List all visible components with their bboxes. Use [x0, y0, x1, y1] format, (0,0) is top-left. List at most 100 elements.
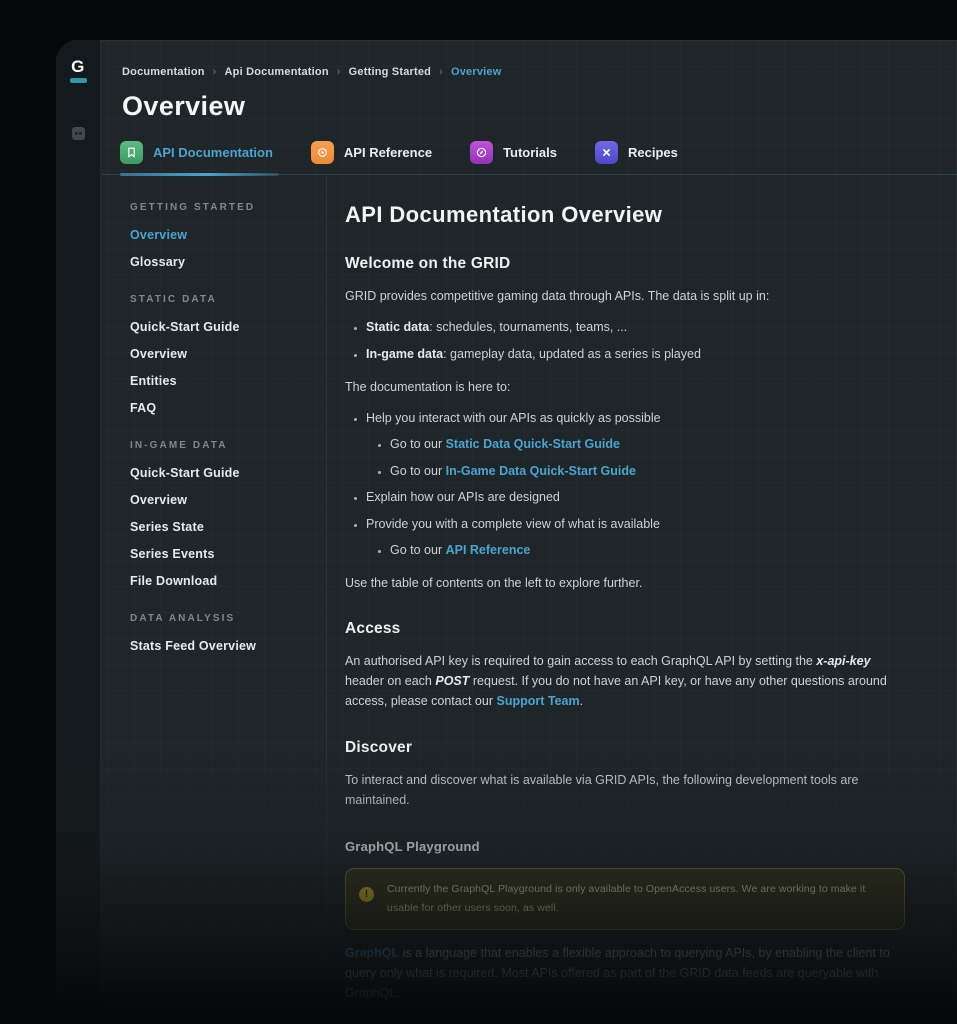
- tab-api-documentation[interactable]: API Documentation: [120, 141, 273, 174]
- grid-logo-bar: [70, 78, 87, 83]
- paragraph: To interact and discover what is availab…: [345, 770, 905, 811]
- content-heading-graphql-playground: GraphQL Playground: [345, 839, 905, 854]
- text-segment: Static data: [366, 320, 429, 334]
- breadcrumb-item-documentation[interactable]: Documentation: [122, 66, 205, 78]
- bullet-item: Go to our Static Data Quick-Start Guide: [390, 435, 905, 454]
- grid-logo: G: [70, 58, 87, 83]
- tab-bar: API Documentation API Reference Tutorials R…: [102, 141, 957, 175]
- breadcrumb: Documentation › Api Documentation › Getting …: [122, 66, 957, 78]
- text-segment: Provide you with a complete view of what…: [366, 517, 660, 531]
- nav-section-title: DATA ANALYSIS: [130, 613, 316, 624]
- breadcrumb-item-getting-started[interactable]: Getting Started: [349, 66, 431, 78]
- sidebar-item-faq[interactable]: FAQ: [130, 401, 316, 415]
- nav-section-title: STATIC DATA: [130, 294, 316, 305]
- grid-logo-letter: G: [71, 58, 85, 75]
- paragraph: Use the table of contents on the left to…: [345, 573, 905, 593]
- bullet-list: Go to our Static Data Quick-Start GuideG…: [366, 435, 905, 481]
- text-segment: : gameplay data, updated as a series is …: [443, 347, 701, 361]
- sidebar-nav: GETTING STARTED Overview Glossary STATIC DA…: [102, 175, 327, 1008]
- text-segment: Go to our: [390, 437, 446, 451]
- paragraph: An authorised API key is required to gai…: [345, 651, 905, 712]
- text-segment: Help you interact with our APIs as quick…: [366, 411, 661, 425]
- tab-recipes[interactable]: Recipes: [595, 141, 678, 174]
- nav-section-title: GETTING STARTED: [130, 202, 316, 213]
- breadcrumb-separator: ›: [439, 66, 443, 78]
- sidebar-item-quick-start-guide[interactable]: Quick-Start Guide: [130, 466, 316, 480]
- content-heading-discover: Discover: [345, 739, 905, 757]
- text-segment: is a language that enables a flexible ap…: [345, 946, 890, 1001]
- tab-tutorials[interactable]: Tutorials: [470, 141, 557, 174]
- tab-label: API Documentation: [153, 145, 273, 160]
- apps-icon[interactable]: [70, 125, 86, 141]
- inline-link-support-team[interactable]: Support Team: [496, 694, 579, 708]
- tab-label: Recipes: [628, 145, 678, 160]
- main-column: Documentation › Api Documentation › Getting …: [102, 40, 957, 1008]
- bullet-list: Help you interact with our APIs as quick…: [345, 409, 905, 560]
- paragraph: GRID provides competitive gaming data th…: [345, 286, 905, 306]
- nav-section-data-analysis: DATA ANALYSIS Stats Feed Overview: [130, 613, 316, 653]
- breadcrumb-separator: ›: [337, 66, 341, 78]
- sidebar-item-series-state[interactable]: Series State: [130, 520, 316, 534]
- text-segment: To interact and discover what is availab…: [345, 773, 858, 807]
- tools-icon: [595, 141, 618, 164]
- sidebar-item-quick-start-guide[interactable]: Quick-Start Guide: [130, 320, 316, 334]
- article: API Documentation Overview Welcome on the…: [327, 175, 905, 1008]
- text-segment: POST: [435, 674, 469, 688]
- text-segment: Go to our: [390, 464, 446, 478]
- inline-link-graphql[interactable]: GraphQL: [345, 946, 399, 960]
- app-window: G Documentation › Api Documentation › Gettin…: [56, 40, 957, 1008]
- body-row: GETTING STARTED Overview Glossary STATIC DA…: [102, 175, 957, 1008]
- sidebar-item-glossary[interactable]: Glossary: [130, 255, 316, 269]
- text-segment: : schedules, tournaments, teams, ...: [429, 320, 627, 334]
- text-segment: x-api-key: [816, 654, 870, 668]
- page-title: Overview: [122, 91, 957, 122]
- nav-section-in-game-data: IN-GAME DATA Quick-Start Guide Overview Ser…: [130, 440, 316, 588]
- text-segment: .: [580, 694, 583, 708]
- sidebar-item-overview[interactable]: Overview: [130, 493, 316, 507]
- breadcrumb-item-overview: Overview: [451, 66, 502, 78]
- bullet-item: Explain how our APIs are designed: [366, 488, 905, 507]
- inline-link-in-game-data-quick-start-guide[interactable]: In-Game Data Quick-Start Guide: [446, 464, 636, 478]
- sidebar-item-overview[interactable]: Overview: [130, 228, 316, 242]
- text-segment: header on each: [345, 674, 435, 688]
- paragraph: GraphQL is a language that enables a fle…: [345, 943, 905, 1004]
- content-heading-access: Access: [345, 620, 905, 638]
- sidebar-item-stats-feed-overview[interactable]: Stats Feed Overview: [130, 639, 316, 653]
- left-rail: G: [56, 40, 101, 1008]
- inline-link-api-reference[interactable]: API Reference: [446, 543, 531, 557]
- text-segment: Go to our: [390, 543, 446, 557]
- nav-section-getting-started: GETTING STARTED Overview Glossary: [130, 202, 316, 269]
- sidebar-item-file-download[interactable]: File Download: [130, 574, 316, 588]
- text-segment: Explain how our APIs are designed: [366, 490, 560, 504]
- bullet-item: Go to our API Reference: [390, 541, 905, 560]
- sidebar-item-entities[interactable]: Entities: [130, 374, 316, 388]
- tab-api-reference[interactable]: API Reference: [311, 141, 432, 174]
- sidebar-item-overview[interactable]: Overview: [130, 347, 316, 361]
- text-segment: Use the table of contents on the left to…: [345, 576, 642, 590]
- bullet-list: Static data: schedules, tournaments, tea…: [345, 318, 905, 364]
- text-segment: GRID provides competitive gaming data th…: [345, 289, 769, 303]
- bullet-item: In-game data: gameplay data, updated as …: [366, 345, 905, 364]
- text-segment: In-game data: [366, 347, 443, 361]
- compass-icon: [470, 141, 493, 164]
- content-heading-api-documentation-overview: API Documentation Overview: [345, 202, 905, 228]
- content-heading-welcome-on-the-grid: Welcome on the GRID: [345, 255, 905, 273]
- page-header: Documentation › Api Documentation › Getting …: [102, 40, 957, 122]
- target-icon: [311, 141, 334, 164]
- bullet-item: Help you interact with our APIs as quick…: [366, 409, 905, 480]
- bullet-list: Go to our API Reference: [366, 541, 905, 560]
- text-segment: The documentation is here to:: [345, 380, 510, 394]
- sidebar-item-series-events[interactable]: Series Events: [130, 547, 316, 561]
- warning-callout: !Currently the GraphQL Playground is onl…: [345, 868, 905, 930]
- breadcrumb-item-api-documentation[interactable]: Api Documentation: [225, 66, 329, 78]
- warning-text: Currently the GraphQL Playground is only…: [387, 880, 888, 918]
- tab-label: Tutorials: [503, 145, 557, 160]
- nav-section-static-data: STATIC DATA Quick-Start Guide Overview Enti…: [130, 294, 316, 415]
- bookmark-icon: [120, 141, 143, 164]
- inline-link-static-data-quick-start-guide[interactable]: Static Data Quick-Start Guide: [446, 437, 620, 451]
- breadcrumb-separator: ›: [213, 66, 217, 78]
- paragraph: The documentation is here to:: [345, 377, 905, 397]
- tab-label: API Reference: [344, 145, 432, 160]
- nav-section-title: IN-GAME DATA: [130, 440, 316, 451]
- bullet-item: Static data: schedules, tournaments, tea…: [366, 318, 905, 337]
